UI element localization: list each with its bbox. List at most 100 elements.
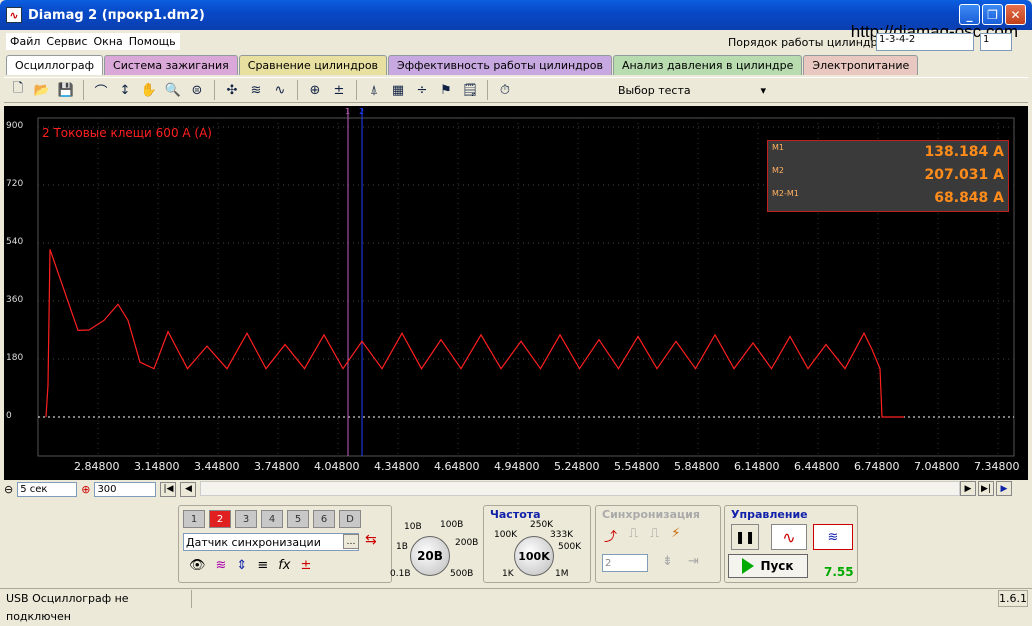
sync-level-icon[interactable]: ⇟	[662, 554, 673, 569]
cylinder-order-second-select[interactable]: 1	[980, 33, 1012, 51]
scope-wave-icon: ∿	[6, 7, 22, 23]
freq-label-250k: 250K	[530, 520, 554, 530]
status-bar: USB Осциллограф не подключен 1.6.1	[0, 588, 1032, 623]
tab-5[interactable]: Электропитание	[803, 55, 919, 75]
x-tick-label: 3.44800	[194, 460, 240, 473]
zoom-icon[interactable]: 🔍	[163, 80, 183, 100]
pulse-icon[interactable]: ⎍	[650, 526, 659, 545]
samples-select[interactable]: 300	[94, 481, 157, 497]
sync-channel-select[interactable]: 2	[602, 554, 648, 572]
x-tick-label: 3.14800	[134, 460, 180, 473]
menu-item[interactable]: Окна	[94, 35, 123, 48]
toolbar: 🗋 📂 💾 ⌒ ↕ ✋ 🔍 ⊜ ✣ ≋ ∿ ⊕ ± ⍋ ▦ ÷ ⚑ 🗒 ⏱	[4, 77, 1028, 103]
run-label: Пуск	[760, 559, 794, 573]
save-icon[interactable]: 💾	[56, 80, 76, 100]
channel-label: 2 Токовые клещи 600 А (А)	[42, 126, 212, 140]
channel-button-4[interactable]: 4	[261, 510, 283, 528]
time-scale-select[interactable]: 5 сек	[17, 481, 78, 497]
wave-invert-icon[interactable]: ≋	[216, 558, 227, 573]
tab-0[interactable]: Осциллограф	[6, 55, 104, 75]
sync-shift-icon[interactable]: ⇥	[688, 554, 699, 569]
frequency-knob[interactable]: 100K	[514, 536, 554, 576]
x-tick-label: 7.34800	[974, 460, 1020, 473]
notes-icon[interactable]: 🗒	[460, 80, 480, 100]
measurement-row: M1 138.184 A	[768, 141, 1008, 163]
split-icon[interactable]: ÷	[412, 80, 432, 100]
eye-icon[interactable]: 👁	[189, 558, 206, 573]
auto-scale-icon[interactable]: ⊕	[305, 80, 325, 100]
hand-pan-icon[interactable]: ✋	[139, 80, 159, 100]
line-style-icon[interactable]: ≡	[257, 558, 268, 573]
y-tick-label: 0	[6, 411, 12, 421]
tab-4[interactable]: Анализ давления в цилиндре	[612, 55, 803, 75]
y-tick-label: 540	[6, 237, 24, 247]
sensor-select[interactable]: Датчик синхронизации	[183, 533, 359, 551]
auto-mode-icon[interactable]: ⏱	[495, 80, 515, 100]
test-select[interactable]: Выбор теста ▾	[612, 80, 772, 100]
x-tick-label: 5.54800	[614, 460, 660, 473]
prev-page-icon[interactable]: ◀	[180, 481, 197, 497]
sensor-swap-icon[interactable]: ⇆	[365, 532, 377, 548]
filter-icon[interactable]: ⊜	[187, 80, 207, 100]
math-icon[interactable]: ±	[301, 558, 312, 573]
menu-item[interactable]: Сервис	[46, 35, 87, 48]
tab-2[interactable]: Сравнение цилиндров	[238, 55, 388, 75]
grid-icon[interactable]: ▦	[388, 80, 408, 100]
channel-button-3[interactable]: 3	[235, 510, 257, 528]
channel-button-6[interactable]: 6	[313, 510, 335, 528]
tab-1[interactable]: Система зажигания	[104, 55, 238, 75]
flag-icon[interactable]: ⚑	[436, 80, 456, 100]
pause-icon[interactable]: ❚❚	[731, 524, 759, 550]
tab-3[interactable]: Эффективность работы цилиндров	[388, 55, 612, 75]
auto-sync-icon[interactable]: ⚡	[671, 526, 680, 545]
sine-wave-icon[interactable]: ∿	[771, 524, 807, 550]
x-tick-label: 7.04800	[914, 460, 960, 473]
chevron-down-icon: ▾	[760, 83, 766, 97]
test-select-label: Выбор теста	[618, 83, 691, 97]
x-tick-label: 4.94800	[494, 460, 540, 473]
channel-button-1[interactable]: 1	[183, 510, 205, 528]
invert-icon[interactable]: ✣	[222, 80, 242, 100]
first-page-icon[interactable]: |◀	[160, 481, 177, 497]
last-page-icon[interactable]: ▶|	[978, 481, 994, 496]
voltage-label-1v: 1В	[396, 542, 408, 552]
play-forward-icon[interactable]: ▶	[996, 481, 1012, 496]
freq-label-1m: 1M	[555, 569, 569, 579]
time-minus-icon[interactable]: ⊖	[4, 483, 13, 496]
sensor-options-button[interactable]: …	[343, 534, 359, 549]
samples-plus-icon[interactable]: ⊕	[81, 483, 90, 496]
next-page-icon[interactable]: ▶	[960, 481, 976, 496]
vertical-shift-icon[interactable]: ⇕	[236, 558, 247, 573]
stretch-vertical-icon[interactable]: ↕	[115, 80, 135, 100]
channel-button-5[interactable]: 5	[287, 510, 309, 528]
measure-peak-icon[interactable]: ⌒	[91, 80, 111, 100]
horizontal-scrollbar[interactable]	[200, 481, 960, 496]
function-icon[interactable]: fx	[278, 558, 290, 573]
new-file-icon[interactable]: 🗋	[8, 80, 28, 100]
voltage-label-100v: 100В	[440, 520, 464, 530]
zero-level-icon[interactable]: ±	[329, 80, 349, 100]
measurement-value: 138.184 A	[924, 144, 1004, 160]
overlay-waves-icon[interactable]: ∿	[270, 80, 290, 100]
channel-button-2[interactable]: 2	[209, 510, 231, 528]
freq-label-500k: 500K	[558, 542, 582, 552]
version-label: 1.6.1	[998, 590, 1028, 607]
falling-edge-icon[interactable]: ⎍	[629, 526, 638, 545]
open-folder-icon[interactable]: 📂	[32, 80, 52, 100]
measurement-value: 207.031 A	[924, 167, 1004, 183]
x-tick-label: 6.74800	[854, 460, 900, 473]
run-button[interactable]: Пуск	[728, 554, 808, 578]
noise-wave-icon[interactable]: ≋	[813, 524, 853, 550]
voltage-label-10v: 10В	[404, 522, 422, 532]
channel-button-D[interactable]: D	[339, 510, 361, 528]
cylinder-order-select[interactable]: 1-3-4-2	[876, 33, 974, 51]
y-tick-label: 360	[6, 295, 24, 305]
oscilloscope-display[interactable]: 12 2 Токовые клещи 600 А (А) M1 138.184 A…	[4, 106, 1028, 480]
voltage-knob[interactable]: 20В	[410, 536, 450, 576]
measurement-key: M2	[772, 166, 784, 175]
menu-item[interactable]: Файл	[10, 35, 40, 48]
menu-item[interactable]: Помощь	[129, 35, 176, 48]
cursor-filter-icon[interactable]: ⍋	[364, 80, 384, 100]
waves-icon[interactable]: ≋	[246, 80, 266, 100]
rising-edge-icon[interactable]: ⤴	[604, 526, 617, 545]
